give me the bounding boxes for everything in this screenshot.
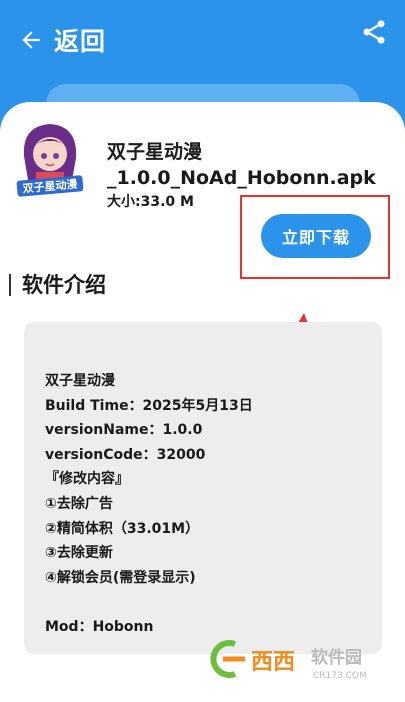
watermark-url: CR173.COM (313, 671, 367, 681)
section-title: 软件介绍 (22, 273, 106, 297)
share-icon[interactable] (360, 18, 388, 46)
description-line: versionCode：32000 (45, 446, 206, 463)
app-name: 双子星动漫 _1.0.0_NoAd_Hobonn.apk (107, 139, 397, 191)
section-marker (9, 274, 11, 296)
download-button[interactable]: 立即下载 (261, 214, 371, 258)
description-line: 『修改内容』 (45, 471, 129, 488)
arrow-left-icon (22, 31, 40, 49)
description-line: versionName：1.0.0 (45, 422, 203, 439)
site-watermark-logo: 西西 软件园 CR173.COM (210, 640, 367, 681)
description-line (45, 590, 375, 615)
back-button[interactable]: 返回 (18, 22, 106, 58)
app-name-line2: _1.0.0_NoAd_Hobonn.apk (107, 167, 376, 189)
description-text: 双子星动漫 Build Time：2025年5月13日 versionName：… (45, 369, 375, 640)
description-line: ②精简体积（33.01M） (45, 520, 200, 537)
watermark-brand: 西西 (251, 650, 295, 675)
description-line: Build Time：2025年5月13日 (45, 397, 253, 414)
description-line: 双子星动漫 (45, 373, 115, 389)
description-line: ①去除广告 (45, 495, 113, 512)
back-label: 返回 (54, 27, 107, 56)
watermark-site-name: 软件园 (311, 647, 362, 668)
description-line: ③去除更新 (45, 545, 113, 562)
app-logo-icon: 双子星动漫 (16, 124, 84, 197)
app-name-line1: 双子星动漫 (107, 141, 203, 163)
app-size: 大小:33.0 M (107, 194, 194, 210)
description-line: ④解锁会员(需登录显示) (45, 569, 196, 586)
